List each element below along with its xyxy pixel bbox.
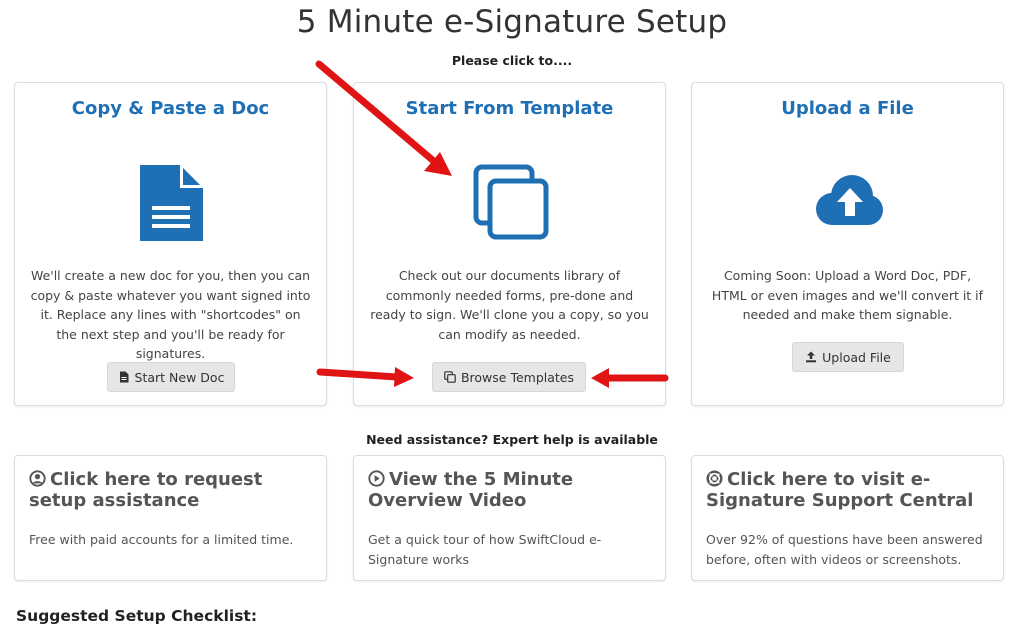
copy-icon <box>470 163 550 243</box>
clone-icon <box>444 371 456 383</box>
checklist-title: Suggested Setup Checklist: <box>16 607 258 625</box>
play-circle-icon <box>368 470 385 487</box>
file-icon <box>119 371 129 383</box>
help-title-setup-assistance[interactable]: Click here to request setup assistance <box>29 469 314 511</box>
page-title: 5 Minute e-Signature Setup <box>296 4 728 40</box>
option-title-upload[interactable]: Upload a File <box>692 98 1003 119</box>
document-icon <box>131 163 211 243</box>
start-new-doc-button[interactable]: Start New Doc <box>107 362 235 392</box>
start-new-doc-label: Start New Doc <box>134 369 225 385</box>
help-desc-setup-assistance: Free with paid accounts for a limited ti… <box>29 532 294 547</box>
help-desc-overview-video: Get a quick tour of how SwiftCloud e-Sig… <box>368 532 602 567</box>
help-desc-support-central: Over 92% of questions have been answered… <box>706 532 983 567</box>
option-title-template[interactable]: Start From Template <box>354 98 665 119</box>
help-title-support-central[interactable]: Click here to visit e-Signature Support … <box>706 469 991 511</box>
help-card-support-central[interactable]: Click here to visit e-Signature Support … <box>691 455 1004 581</box>
upload-file-button[interactable]: Upload File <box>792 342 904 372</box>
option-desc-upload: Coming Soon: Upload a Word Doc, PDF, HTM… <box>711 268 984 322</box>
upload-file-label: Upload File <box>822 349 891 365</box>
option-card-upload: Upload a File Coming Soon: Upload a Word… <box>691 82 1004 406</box>
help-card-setup-assistance[interactable]: Click here to request setup assistance F… <box>14 455 327 581</box>
user-circle-icon <box>29 470 46 487</box>
browse-templates-label: Browse Templates <box>460 369 575 385</box>
click-prompt: Please click to.... <box>451 53 573 68</box>
option-desc-template: Check out our documents library of commo… <box>370 268 649 342</box>
life-ring-icon <box>706 470 723 487</box>
option-card-copy-paste: Copy & Paste a Doc We'll create a new do… <box>14 82 327 406</box>
option-desc-copy-paste: We'll create a new doc for you, then you… <box>30 268 311 361</box>
help-title-overview-video[interactable]: View the 5 Minute Overview Video <box>368 469 653 511</box>
assist-prompt: Need assistance? Expert help is availabl… <box>366 432 658 447</box>
upload-icon <box>806 351 817 363</box>
browse-templates-button[interactable]: Browse Templates <box>432 362 586 392</box>
option-card-template: Start From Template Check out our docume… <box>353 82 666 406</box>
cloud-upload-icon <box>808 163 888 243</box>
option-title-copy-paste[interactable]: Copy & Paste a Doc <box>15 98 326 119</box>
help-card-overview-video[interactable]: View the 5 Minute Overview Video Get a q… <box>353 455 666 581</box>
